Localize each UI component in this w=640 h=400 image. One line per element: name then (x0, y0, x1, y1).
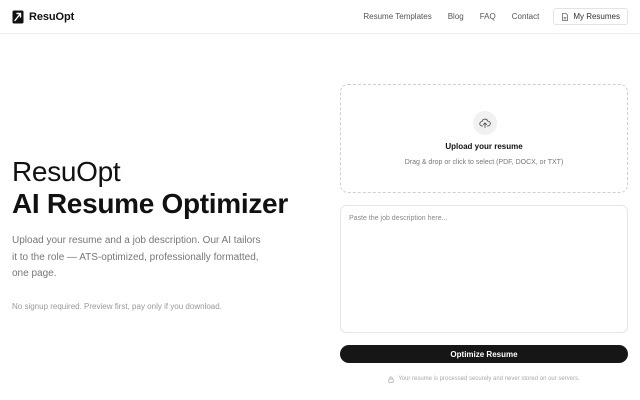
logo-icon (12, 10, 24, 24)
nav-contact[interactable]: Contact (512, 12, 540, 21)
hero-note: No signup required. Preview first, pay o… (12, 302, 222, 311)
logo-link[interactable]: ResuOpt (12, 9, 74, 25)
hero-description: Upload your resume and a job description… (12, 235, 261, 279)
upload-subtitle: Drag & drop or click to select (PDF, DOC… (404, 159, 564, 166)
secure-note-text: Your resume is processed securely and ne… (398, 376, 580, 382)
nav-faq[interactable]: FAQ (480, 12, 496, 21)
lock-icon (388, 376, 394, 383)
job-description-input[interactable] (340, 205, 628, 333)
page-title: AI Resume Optimizer (12, 188, 288, 219)
secure-note: Your resume is processed securely and ne… (340, 374, 628, 384)
hero-brand: ResuOpt (12, 156, 121, 187)
my-resumes-label: My Resumes (573, 12, 620, 21)
my-resumes-button[interactable]: My Resumes (553, 8, 628, 25)
resume-upload-dropzone[interactable]: Upload your resume Drag & drop or click … (340, 84, 628, 193)
nav-resume-templates[interactable]: Resume Templates (363, 12, 431, 21)
optimize-resume-button[interactable]: Optimize Resume (340, 345, 628, 363)
nav-blog[interactable]: Blog (448, 12, 464, 21)
logo-text: ResuOpt (29, 11, 75, 23)
main-nav: Resume Templates Blog FAQ Contact My Res… (363, 8, 628, 25)
document-icon (562, 12, 569, 21)
top-header: ResuOpt Resume Templates Blog FAQ Contac… (0, 0, 640, 34)
cloud-upload-icon (473, 111, 497, 135)
upload-title: Upload your resume (445, 142, 523, 151)
